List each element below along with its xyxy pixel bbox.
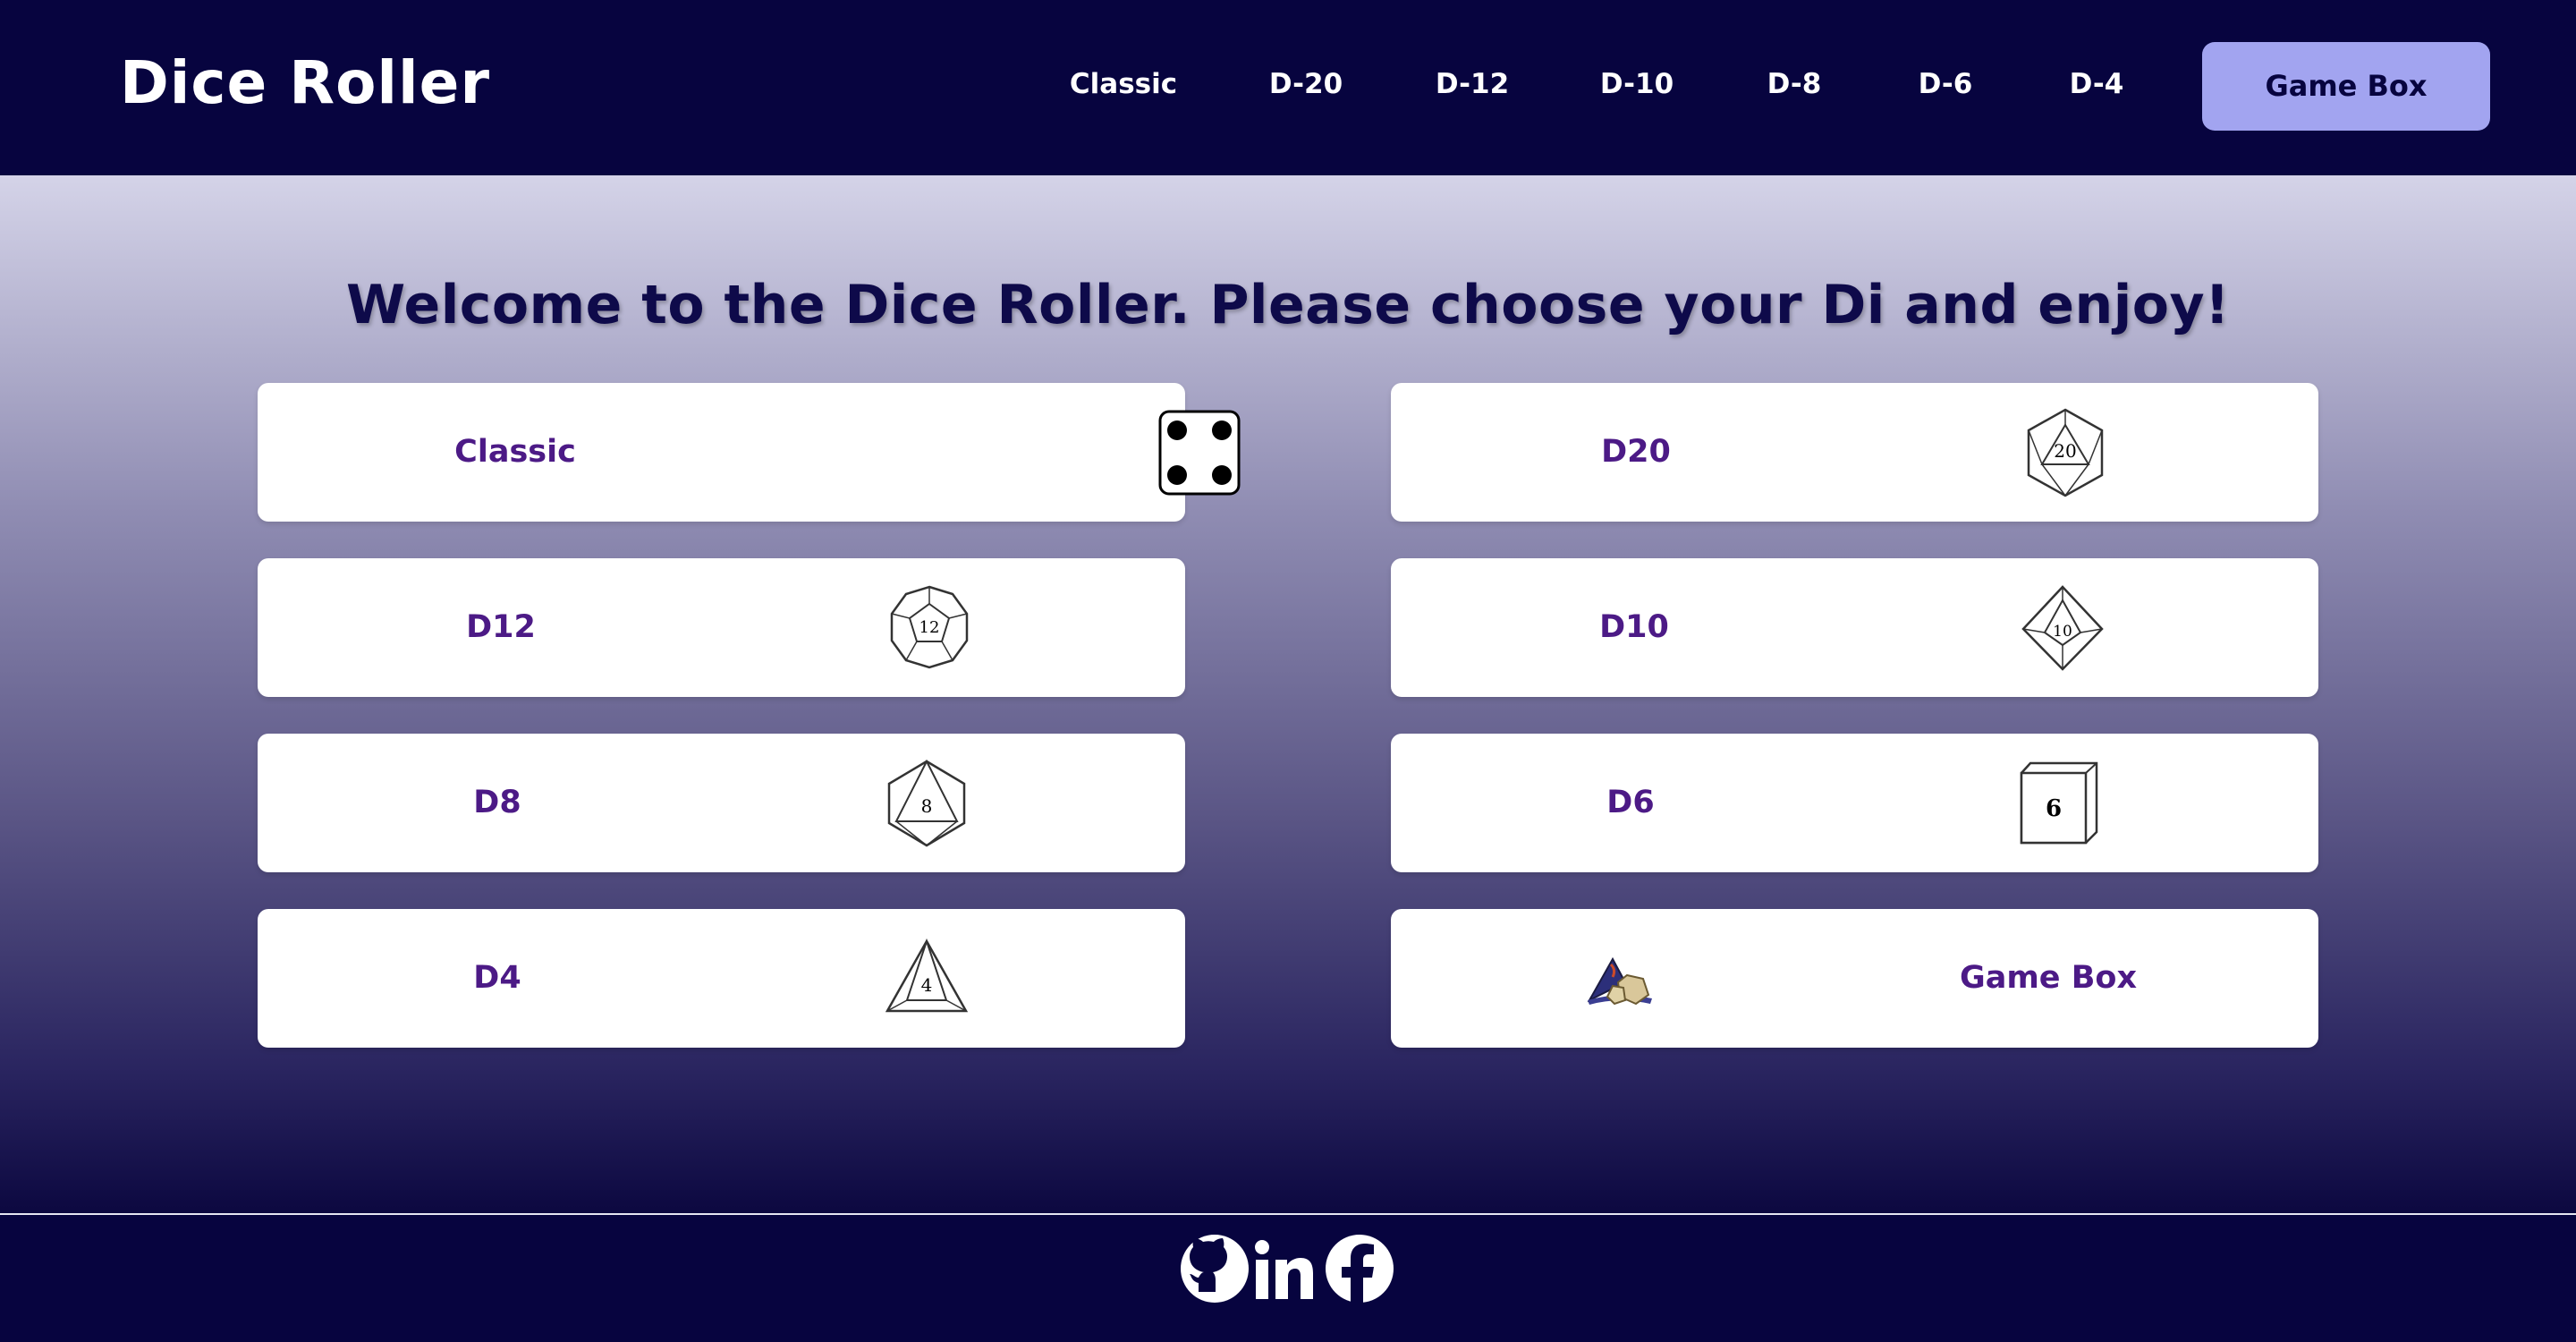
- die-card-label: D6: [1606, 785, 1655, 820]
- app: Dice Roller Classic D-20 D-12 D-10 D-8 D…: [0, 0, 2576, 1342]
- die-card-label: D10: [1599, 609, 1669, 645]
- die-number: 8: [921, 795, 933, 817]
- classic-die-icon: [1157, 409, 1241, 497]
- brand-logo[interactable]: Dice Roller: [120, 43, 490, 123]
- die-card-label: D8: [473, 785, 521, 820]
- die-card-d10[interactable]: D10 10: [1391, 558, 2318, 697]
- d12-die-icon: 12: [886, 584, 972, 670]
- nav-link-classic[interactable]: Classic: [1070, 43, 1177, 125]
- die-card-d20[interactable]: D20 20: [1391, 383, 2318, 522]
- die-card-label: D12: [466, 609, 536, 645]
- die-card-d4[interactable]: D4 4: [258, 909, 1185, 1048]
- nav-link-d20[interactable]: D-20: [1269, 43, 1343, 125]
- die-number: 12: [919, 618, 940, 637]
- d20-die-icon: 20: [2024, 407, 2106, 498]
- die-card-label: D20: [1601, 434, 1671, 470]
- nav-link-d4[interactable]: D-4: [2070, 43, 2124, 125]
- die-card-label: Game Box: [1959, 960, 2138, 996]
- footer: [0, 1213, 2576, 1342]
- wizard-hat-dice-icon: [1586, 956, 1654, 1006]
- die-number: 20: [2054, 440, 2076, 462]
- github-icon[interactable]: [1179, 1233, 1250, 1304]
- die-card-label: Classic: [454, 434, 576, 470]
- d8-die-icon: 8: [886, 759, 968, 848]
- linkedin-icon[interactable]: [1252, 1233, 1315, 1304]
- nav-link-d12[interactable]: D-12: [1436, 43, 1509, 125]
- die-number: 4: [921, 974, 933, 996]
- top-navbar: Dice Roller Classic D-20 D-12 D-10 D-8 D…: [0, 0, 2576, 175]
- main-content: Welcome to the Dice Roller. Please choos…: [0, 175, 2576, 1213]
- die-number: 6: [2046, 795, 2062, 822]
- d10-die-icon: 10: [2020, 584, 2106, 672]
- game-box-button[interactable]: Game Box: [2202, 42, 2490, 131]
- die-card-d12[interactable]: D12 12: [258, 558, 1185, 697]
- facebook-icon[interactable]: [1324, 1233, 1395, 1304]
- welcome-heading: Welcome to the Dice Roller. Please choos…: [346, 274, 2230, 336]
- d4-die-icon: 4: [886, 938, 968, 1016]
- die-card-classic[interactable]: Classic: [258, 383, 1241, 522]
- d6-die-icon: 6: [2018, 760, 2100, 846]
- nav-link-d8[interactable]: D-8: [1767, 43, 1822, 125]
- nav-link-d6[interactable]: D-6: [1919, 43, 1973, 125]
- die-card-d8[interactable]: D8 8: [258, 734, 1185, 872]
- die-card-game-box[interactable]: Game Box: [1391, 909, 2318, 1048]
- nav-link-d10[interactable]: D-10: [1600, 43, 1674, 125]
- die-number: 10: [2053, 623, 2072, 641]
- die-card-label: D4: [473, 960, 521, 996]
- die-card-d6[interactable]: D6 6: [1391, 734, 2318, 872]
